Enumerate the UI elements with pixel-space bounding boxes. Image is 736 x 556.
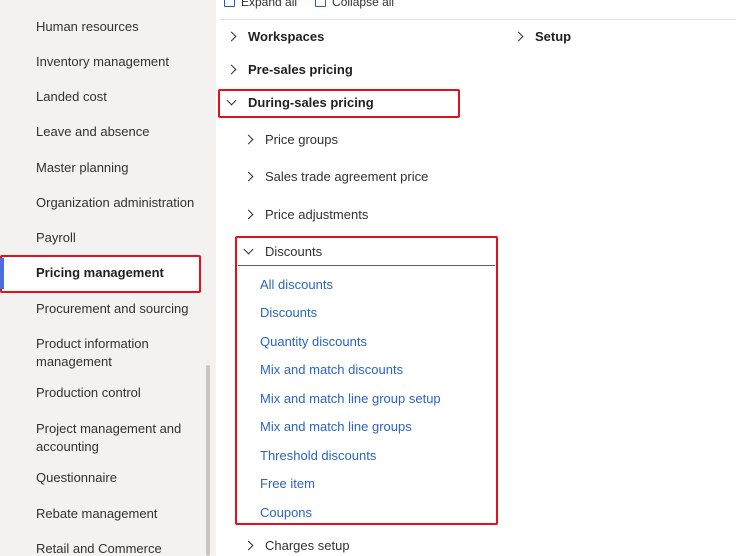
tree-node-label: Charges setup [265, 538, 350, 553]
expand-all-icon [224, 0, 235, 7]
tree-node-workspaces[interactable]: Workspaces [226, 28, 324, 46]
link-coupons[interactable]: Coupons [260, 504, 312, 522]
tree-node-charges-setup[interactable]: Charges setup [243, 537, 350, 555]
chevron-down-icon [226, 96, 238, 110]
module-sidebar: Human resources Inventory management Lan… [0, 0, 216, 556]
tree-node-label: Workspaces [248, 29, 325, 44]
toolbar-divider [220, 19, 736, 20]
link-quantity-discounts[interactable]: Quantity discounts [260, 333, 367, 351]
tree-node-label: Pre-sales pricing [248, 62, 353, 77]
tree-node-sales-trade-agreement-price[interactable]: Sales trade agreement price [243, 168, 428, 186]
tree-toolbar: Expand all Collapse all [224, 0, 394, 12]
collapse-all-icon [315, 0, 327, 7]
tree-node-setup[interactable]: Setup [513, 28, 571, 46]
link-all-discounts[interactable]: All discounts [260, 276, 333, 294]
sidebar-item-inventory-management[interactable]: Inventory management [36, 53, 206, 71]
tree-node-pre-sales-pricing[interactable]: Pre-sales pricing [226, 61, 353, 79]
chevron-right-icon [226, 30, 238, 44]
tree-node-discounts[interactable]: Discounts [243, 243, 322, 261]
link-threshold-discounts[interactable]: Threshold discounts [260, 447, 376, 465]
chevron-down-icon [243, 245, 255, 259]
tree-node-price-groups[interactable]: Price groups [243, 131, 338, 149]
link-mix-and-match-discounts[interactable]: Mix and match discounts [260, 361, 403, 379]
chevron-right-icon [243, 170, 255, 184]
sidebar-item-human-resources[interactable]: Human resources [36, 18, 206, 36]
sidebar-item-pricing-management[interactable]: Pricing management [36, 264, 206, 282]
collapse-all-label: Collapse all [332, 0, 395, 9]
sidebar-item-product-information-management[interactable]: Product information management [36, 335, 206, 371]
expand-all-button[interactable]: Expand all [224, 0, 297, 9]
tree-node-price-adjustments[interactable]: Price adjustments [243, 206, 368, 224]
link-mix-and-match-line-groups[interactable]: Mix and match line groups [260, 418, 412, 436]
tree-node-label: During-sales pricing [248, 95, 374, 110]
sidebar-item-retail-and-commerce[interactable]: Retail and Commerce [36, 540, 206, 556]
tree-node-label: Discounts [265, 244, 323, 259]
sidebar-item-leave-and-absence[interactable]: Leave and absence [36, 123, 206, 141]
tree-node-label: Setup [535, 29, 572, 44]
tree-node-label: Sales trade agreement price [265, 169, 429, 184]
chevron-right-icon [226, 63, 238, 77]
sidebar-item-landed-cost[interactable]: Landed cost [36, 88, 206, 106]
selected-accent-bar [0, 258, 4, 289]
sidebar-item-payroll[interactable]: Payroll [36, 229, 206, 247]
tree-node-label: Price adjustments [265, 207, 369, 222]
link-mix-and-match-line-group-setup[interactable]: Mix and match line group setup [260, 390, 441, 408]
sidebar-item-project-management-and-accounting[interactable]: Project management and accounting [36, 420, 206, 456]
link-discounts[interactable]: Discounts [260, 304, 317, 322]
chevron-right-icon [243, 208, 255, 222]
sidebar-item-questionnaire[interactable]: Questionnaire [36, 469, 206, 487]
sidebar-item-rebate-management[interactable]: Rebate management [36, 505, 206, 523]
sidebar-scrollbar[interactable] [206, 365, 210, 556]
chevron-right-icon [513, 30, 525, 44]
expand-all-label: Expand all [241, 0, 298, 9]
sidebar-item-production-control[interactable]: Production control [36, 384, 206, 402]
collapse-all-button[interactable]: Collapse all [315, 0, 394, 9]
sidebar-item-master-planning[interactable]: Master planning [36, 159, 206, 177]
discounts-header-underline [238, 265, 495, 266]
tree-node-label: Price groups [265, 132, 338, 147]
sidebar-item-organization-administration[interactable]: Organization administration [36, 194, 206, 212]
chevron-right-icon [243, 539, 255, 553]
tree-node-during-sales-pricing[interactable]: During-sales pricing [226, 94, 374, 112]
sidebar-item-procurement-and-sourcing[interactable]: Procurement and sourcing [36, 300, 206, 318]
link-free-item[interactable]: Free item [260, 475, 315, 493]
chevron-right-icon [243, 133, 255, 147]
